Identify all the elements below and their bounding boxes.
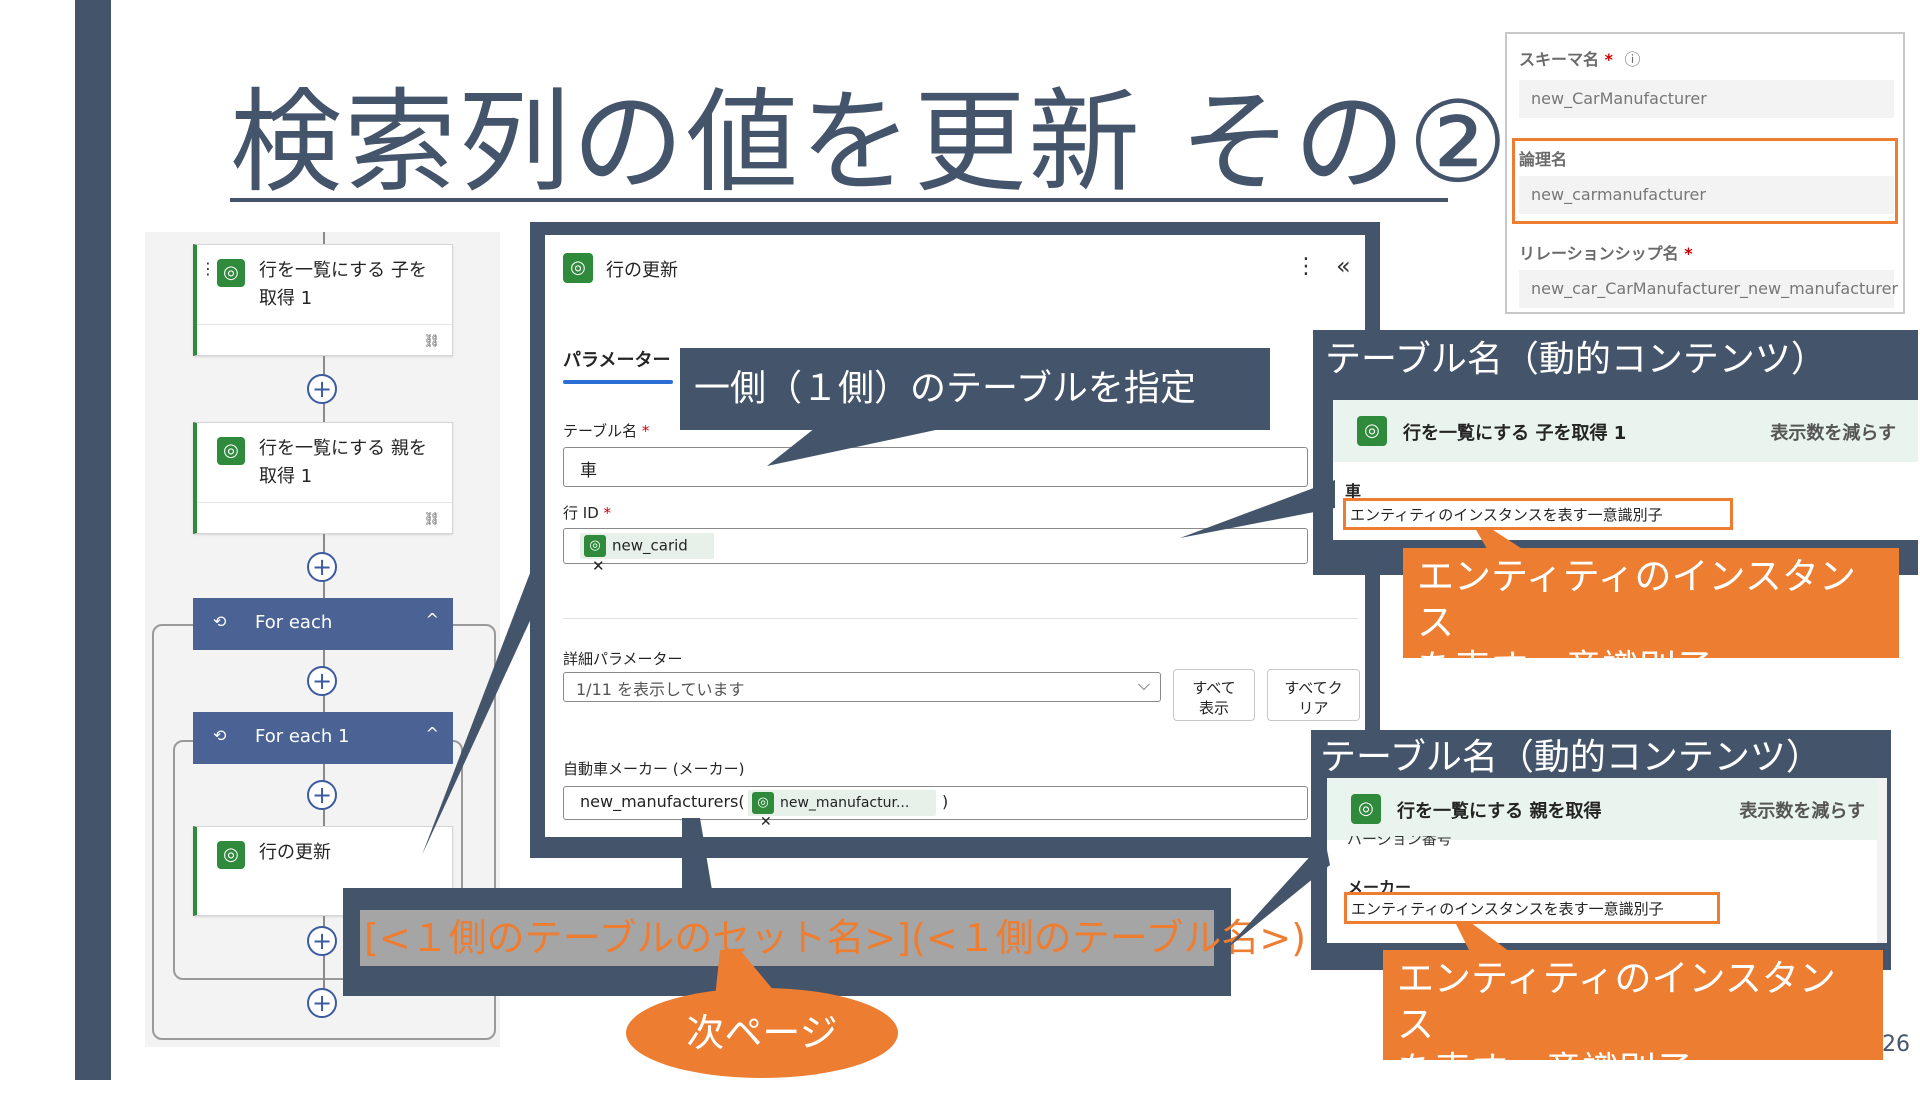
dynamic-content-title: テーブル名（動的コンテンツ）	[1320, 737, 1822, 778]
remove-token-icon[interactable]: ✕	[760, 814, 772, 830]
link-icon: ⛓	[423, 512, 440, 527]
required-mark: *	[1684, 244, 1693, 263]
chevron-down-icon: ⌵	[1137, 675, 1150, 694]
callout-pointer	[1455, 922, 1510, 952]
show-less-link[interactable]: 表示数を減らす	[1770, 419, 1896, 445]
dynamic-group-header: 行を一覧にする 親を取得	[1397, 801, 1602, 822]
advanced-params-label: 詳細パラメーター	[563, 650, 683, 668]
divider	[563, 618, 1358, 619]
info-icon[interactable]: ⓘ	[1625, 50, 1641, 69]
select-value: 1/11 を表示しています	[576, 680, 745, 699]
relationship-name-label: リレーションシップ名	[1519, 244, 1679, 263]
dataverse-icon: ◎	[752, 792, 774, 814]
callout-pointer	[767, 428, 945, 466]
entity-id-callout-parent: エンティティのインスタンス を表す一意識別子	[1383, 950, 1883, 1092]
card-label: 行の更新	[259, 842, 331, 863]
callout-one-side-table: 一側（１側）のテーブルを指定	[680, 348, 1270, 430]
row-id-label: 行 ID	[563, 504, 599, 522]
dataverse-icon: ◎	[217, 259, 245, 287]
slide-title: 検索列の値を更新 その②	[230, 78, 1511, 208]
loop-icon: ⟲	[213, 726, 227, 745]
card-label: 取得 1	[259, 288, 313, 309]
slide-left-bar	[75, 0, 111, 1080]
tab-indicator	[563, 380, 673, 384]
dynamic-item-cut: バージョン番号	[1347, 836, 1452, 846]
foreach-label: For each	[255, 612, 333, 633]
maker-suffix: )	[942, 792, 949, 811]
maker-prefix: new_manufacturers(	[580, 792, 745, 811]
remove-token-icon[interactable]: ✕	[592, 557, 605, 575]
row-id-token[interactable]: ◎ new_carid ✕	[580, 533, 714, 575]
add-step-button[interactable]: +	[307, 666, 337, 696]
required-mark: *	[641, 422, 650, 440]
add-step-button[interactable]: +	[307, 552, 337, 582]
dynamic-group-header: 行を一覧にする 子を取得 1	[1403, 423, 1627, 444]
link-icon: ⛓	[423, 334, 440, 349]
dynamic-item-desc[interactable]: エンティティのインスタンスを表す一意識別子	[1343, 498, 1733, 530]
entity-id-callout-child: エンティティのインスタンス を表す一意識別子	[1403, 548, 1899, 690]
flow-card-list-child[interactable]: ⋮ ◎ 行を一覧にする 子を 取得 1 ⛓	[193, 244, 453, 356]
callout-pointer	[715, 950, 780, 998]
required-mark: *	[603, 504, 612, 522]
next-page-button[interactable]: 次ページ	[626, 988, 898, 1078]
show-all-button[interactable]: すべて 表示	[1173, 669, 1255, 721]
show-less-link[interactable]: 表示数を減らす	[1739, 797, 1865, 823]
dynamic-content-child: ◎ 行を一覧にする 子を取得 1 表示数を減らす 車 エンティティのインスタンス…	[1333, 400, 1918, 540]
dataverse-icon: ◎	[217, 437, 245, 465]
schema-name-label: スキーマ名	[1519, 50, 1600, 69]
add-step-button[interactable]: +	[307, 374, 337, 404]
maker-token[interactable]: ◎ new_manufactur... ✕	[748, 790, 936, 830]
dataverse-icon: ◎	[1351, 794, 1381, 824]
schema-name-field[interactable]: new_CarManufacturer	[1519, 80, 1894, 118]
card-label: 取得 1	[259, 466, 313, 487]
dynamic-item-desc[interactable]: エンティティのインスタンスを表す一意識別子	[1344, 892, 1720, 924]
tab-parameters[interactable]: パラメーター	[563, 346, 670, 372]
title-underline	[230, 198, 1448, 202]
add-step-button[interactable]: +	[307, 988, 337, 1018]
loop-icon: ⟲	[213, 612, 227, 631]
card-label: 行を一覧にする 子を	[259, 260, 427, 281]
scrollbar[interactable]	[1877, 778, 1887, 943]
dialog-title: 行の更新	[606, 260, 678, 281]
dynamic-content-title: テーブル名（動的コンテンツ）	[1325, 339, 1827, 380]
relationship-name-field[interactable]: new_car_CarManufacturer_new_manufacturer	[1519, 270, 1898, 308]
dataverse-icon: ◎	[563, 253, 593, 283]
token-label: new_manufactur...	[780, 795, 910, 811]
token-label: new_carid	[612, 536, 688, 555]
table-name-label: テーブル名	[563, 422, 638, 440]
callout-pointer	[1225, 840, 1330, 950]
flow-card-list-parent[interactable]: ◎ 行を一覧にする 親を 取得 1 ⛓	[193, 422, 453, 534]
more-options-icon[interactable]: ⋮	[1295, 254, 1317, 279]
dataverse-icon: ◎	[1357, 416, 1387, 446]
page-number: 26	[1882, 1032, 1910, 1057]
maker-label: 自動車メーカー (メーカー)	[563, 760, 745, 778]
add-step-button[interactable]: +	[307, 926, 337, 956]
callout-pointer	[1180, 480, 1335, 538]
foreach1-label: For each 1	[255, 726, 350, 747]
add-step-button[interactable]: +	[307, 780, 337, 810]
dataverse-icon: ◎	[584, 535, 606, 557]
callout-pointer	[682, 818, 712, 890]
collapse-icon[interactable]: «	[1336, 252, 1351, 280]
clear-all-button[interactable]: すべてク リア	[1267, 669, 1360, 721]
drag-handle-icon[interactable]: ⋮	[200, 259, 216, 278]
required-mark: *	[1604, 50, 1613, 69]
connector	[323, 232, 325, 244]
card-label: 行を一覧にする 親を	[259, 438, 427, 459]
dataverse-icon: ◎	[217, 841, 245, 869]
highlight-logical-name	[1512, 138, 1898, 224]
advanced-params-select[interactable]: 1/11 を表示しています ⌵	[563, 672, 1161, 702]
callout-pointer	[1475, 528, 1530, 554]
dynamic-content-parent: ◎ 行を一覧にする 親を取得 表示数を減らす バージョン番号 メーカー エンティ…	[1327, 778, 1887, 943]
